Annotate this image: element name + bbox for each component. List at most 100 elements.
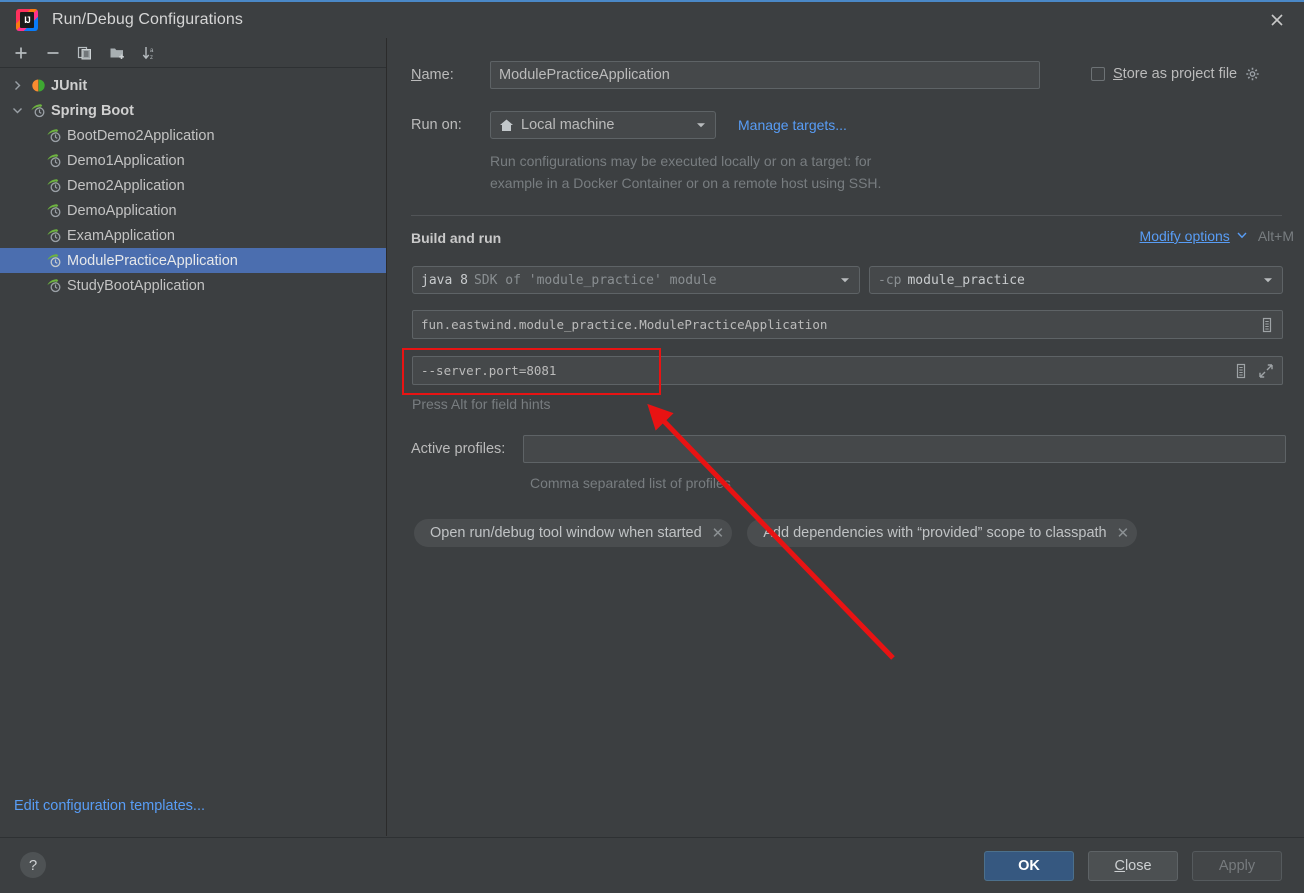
tree-item-label: BootDemo2Application bbox=[67, 127, 215, 144]
main-class-value: fun.eastwind.module_practice.ModulePract… bbox=[421, 317, 828, 332]
help-button[interactable]: ? bbox=[20, 852, 46, 878]
remove-configuration-button[interactable] bbox=[40, 41, 66, 65]
run-on-value: Local machine bbox=[521, 117, 615, 133]
browse-class-icon[interactable] bbox=[1260, 317, 1274, 333]
build-and-run-title: Build and run bbox=[411, 230, 502, 246]
chevron-down-icon bbox=[693, 119, 709, 131]
footer-buttons: OK Close Apply bbox=[984, 851, 1282, 881]
tree-item-label: ModulePracticeApplication bbox=[67, 252, 238, 269]
sort-configurations-button[interactable]: a z bbox=[136, 41, 162, 65]
modify-options-row: Modify options Alt+M bbox=[1140, 228, 1294, 244]
run-on-description-line-2: example in a Docker Container or on a re… bbox=[490, 175, 882, 191]
chip-label: Add dependencies with “provided” scope t… bbox=[763, 525, 1107, 541]
modify-options-link[interactable]: Modify options bbox=[1140, 228, 1230, 244]
name-input[interactable]: ModulePracticeApplication bbox=[490, 61, 1040, 89]
run-on-row: Run on: Local machine Manage targets... bbox=[411, 111, 847, 139]
classpath-value-bright: module_practice bbox=[907, 272, 1025, 288]
tree-item-demoapplication[interactable]: DemoApplication bbox=[0, 198, 386, 223]
jre-value-dim: SDK of 'module_practice' module bbox=[473, 272, 717, 288]
tree-item-studybootapplication[interactable]: StudyBootApplication bbox=[0, 273, 386, 298]
close-button[interactable]: Close bbox=[1088, 851, 1178, 881]
close-window-button[interactable] bbox=[1250, 2, 1304, 38]
tree-item-bootdemo2application[interactable]: BootDemo2Application bbox=[0, 123, 386, 148]
run-debug-configurations-dialog: IJ Run/Debug Configurations a z JUnit Sp… bbox=[0, 0, 1304, 893]
tree-item-label: JUnit bbox=[51, 77, 88, 94]
apply-button[interactable]: Apply bbox=[1192, 851, 1282, 881]
tree-item-label: ExamApplication bbox=[67, 227, 175, 244]
tree-item-label: StudyBootApplication bbox=[67, 277, 205, 294]
tree-item-label: Spring Boot bbox=[51, 102, 134, 119]
chevron-down-icon[interactable] bbox=[1236, 228, 1248, 244]
active-profiles-row: Active profiles: bbox=[411, 435, 1286, 463]
copy-configuration-button[interactable] bbox=[72, 41, 98, 65]
new-folder-icon bbox=[110, 48, 124, 59]
name-label: Name: bbox=[411, 67, 454, 83]
close-icon[interactable]: ✕ bbox=[1117, 524, 1130, 542]
chevron-right-icon[interactable] bbox=[8, 80, 26, 91]
spring-boot-icon bbox=[44, 227, 64, 245]
ok-button[interactable]: OK bbox=[984, 851, 1074, 881]
plus-icon bbox=[15, 47, 27, 58]
active-profiles-input[interactable] bbox=[523, 435, 1286, 463]
store-as-project-file-checkbox[interactable] bbox=[1091, 67, 1105, 81]
gear-icon[interactable] bbox=[1245, 67, 1260, 82]
tree-item-examapplication[interactable]: ExamApplication bbox=[0, 223, 386, 248]
new-folder-button[interactable] bbox=[104, 41, 130, 65]
spring-boot-icon bbox=[44, 202, 64, 220]
tree-item-label: Demo2Application bbox=[67, 177, 185, 194]
jre-select[interactable]: java 8 SDK of 'module_practice' module bbox=[412, 266, 860, 294]
insert-macro-icon[interactable] bbox=[1234, 363, 1248, 379]
sidebar-toolbar: a z bbox=[0, 38, 386, 68]
tree-item-spring-boot[interactable]: Spring Boot bbox=[0, 98, 386, 123]
chip-label: Open run/debug tool window when started bbox=[430, 525, 702, 541]
add-configuration-button[interactable] bbox=[8, 41, 34, 65]
svg-text:a: a bbox=[150, 48, 154, 54]
junit-icon bbox=[28, 77, 48, 95]
minus-icon bbox=[47, 51, 59, 54]
spring-boot-icon bbox=[28, 102, 48, 120]
close-icon bbox=[1271, 14, 1283, 26]
title-bar: IJ Run/Debug Configurations bbox=[0, 0, 1304, 38]
configuration-editor-panel: Name: ModulePracticeApplication Store as… bbox=[388, 38, 1304, 836]
spring-boot-icon bbox=[44, 152, 64, 170]
configurations-sidebar: a z JUnit Spring Boot BootDemo2Applicati… bbox=[0, 38, 387, 836]
chip-open-run-debug-tool-window[interactable]: Open run/debug tool window when started … bbox=[414, 519, 733, 547]
manage-targets-link[interactable]: Manage targets... bbox=[738, 117, 847, 133]
spring-boot-icon bbox=[44, 252, 64, 270]
tree-item-label: Demo1Application bbox=[67, 152, 185, 169]
main-class-input[interactable]: fun.eastwind.module_practice.ModulePract… bbox=[412, 310, 1283, 339]
configurations-tree[interactable]: JUnit Spring Boot BootDemo2Application D… bbox=[0, 68, 386, 298]
run-on-description-line-1: Run configurations may be executed local… bbox=[490, 153, 872, 169]
classpath-value-dim: -cp bbox=[878, 272, 902, 288]
tree-item-label: DemoApplication bbox=[67, 202, 177, 219]
chip-add-provided-scope-dependencies[interactable]: Add dependencies with “provided” scope t… bbox=[747, 519, 1138, 547]
dialog-footer: ? OK Close Apply bbox=[0, 837, 1304, 893]
option-chips: Open run/debug tool window when started … bbox=[414, 519, 1138, 547]
chevron-down-icon[interactable] bbox=[8, 105, 26, 116]
run-on-label: Run on: bbox=[411, 117, 462, 133]
section-divider bbox=[411, 215, 1282, 216]
store-as-project-file-label: Store as project file bbox=[1113, 66, 1238, 82]
program-arguments-value: --server.port=8081 bbox=[421, 363, 557, 378]
svg-text:z: z bbox=[150, 55, 153, 61]
classpath-select[interactable]: -cp module_practice bbox=[869, 266, 1283, 294]
jre-value-bright: java 8 bbox=[421, 272, 468, 288]
spring-boot-icon bbox=[44, 177, 64, 195]
chevron-down-icon bbox=[1260, 274, 1276, 286]
tree-item-junit[interactable]: JUnit bbox=[0, 73, 386, 98]
tree-item-demo1application[interactable]: Demo1Application bbox=[0, 148, 386, 173]
tree-item-demo2application[interactable]: Demo2Application bbox=[0, 173, 386, 198]
program-arguments-input[interactable]: --server.port=8081 bbox=[412, 356, 1283, 385]
tree-item-modulepracticeapplication[interactable]: ModulePracticeApplication bbox=[0, 248, 386, 273]
window-title: Run/Debug Configurations bbox=[52, 11, 243, 28]
run-on-description: Run configurations may be executed local… bbox=[490, 150, 881, 194]
edit-configuration-templates-link[interactable]: Edit configuration templates... bbox=[14, 798, 205, 814]
close-icon[interactable]: ✕ bbox=[712, 524, 725, 542]
sort-alphabetically-icon: a z bbox=[142, 46, 154, 61]
field-hints-text: Press Alt for field hints bbox=[412, 396, 551, 412]
expand-editor-icon[interactable] bbox=[1258, 363, 1274, 379]
help-icon: ? bbox=[28, 856, 38, 874]
store-as-project-file-row: Store as project file bbox=[1091, 66, 1260, 82]
chevron-down-icon bbox=[837, 274, 853, 286]
run-on-select[interactable]: Local machine bbox=[490, 111, 716, 139]
